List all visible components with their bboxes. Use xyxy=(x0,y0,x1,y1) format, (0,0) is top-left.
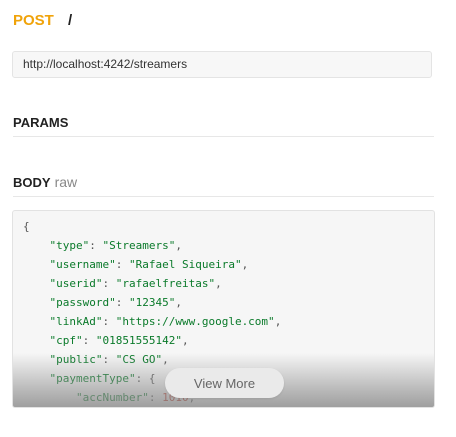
code-line: "cpf": "01851555142", xyxy=(49,334,189,347)
body-type: raw xyxy=(54,174,78,190)
code-line: "password": "12345", xyxy=(49,296,182,309)
http-method: POST xyxy=(13,12,54,29)
code-line: "linkAd": "https://www.google.com", xyxy=(49,315,282,328)
body-label: BODY xyxy=(13,175,51,190)
view-more-button[interactable]: View More xyxy=(165,368,284,398)
params-section-title: PARAMS xyxy=(13,115,434,137)
request-path: / xyxy=(68,12,73,29)
params-label: PARAMS xyxy=(13,115,69,130)
request-line: POST / xyxy=(13,12,72,29)
code-line: "public": "CS GO", xyxy=(49,353,169,366)
request-url[interactable]: http://localhost:4242/streamers xyxy=(12,51,432,78)
code-line: "userid": "rafaelfreitas", xyxy=(49,277,222,290)
request-body-code: { "type": "Streamers", "username": "Rafa… xyxy=(12,210,435,408)
code-line: { xyxy=(23,220,30,233)
code-line: "paymentType": { xyxy=(49,372,156,385)
body-section-title: BODY raw xyxy=(13,174,434,197)
code-line: "type": "Streamers", xyxy=(49,239,182,252)
code-line: "username": "Rafael Siqueira", xyxy=(49,258,249,271)
